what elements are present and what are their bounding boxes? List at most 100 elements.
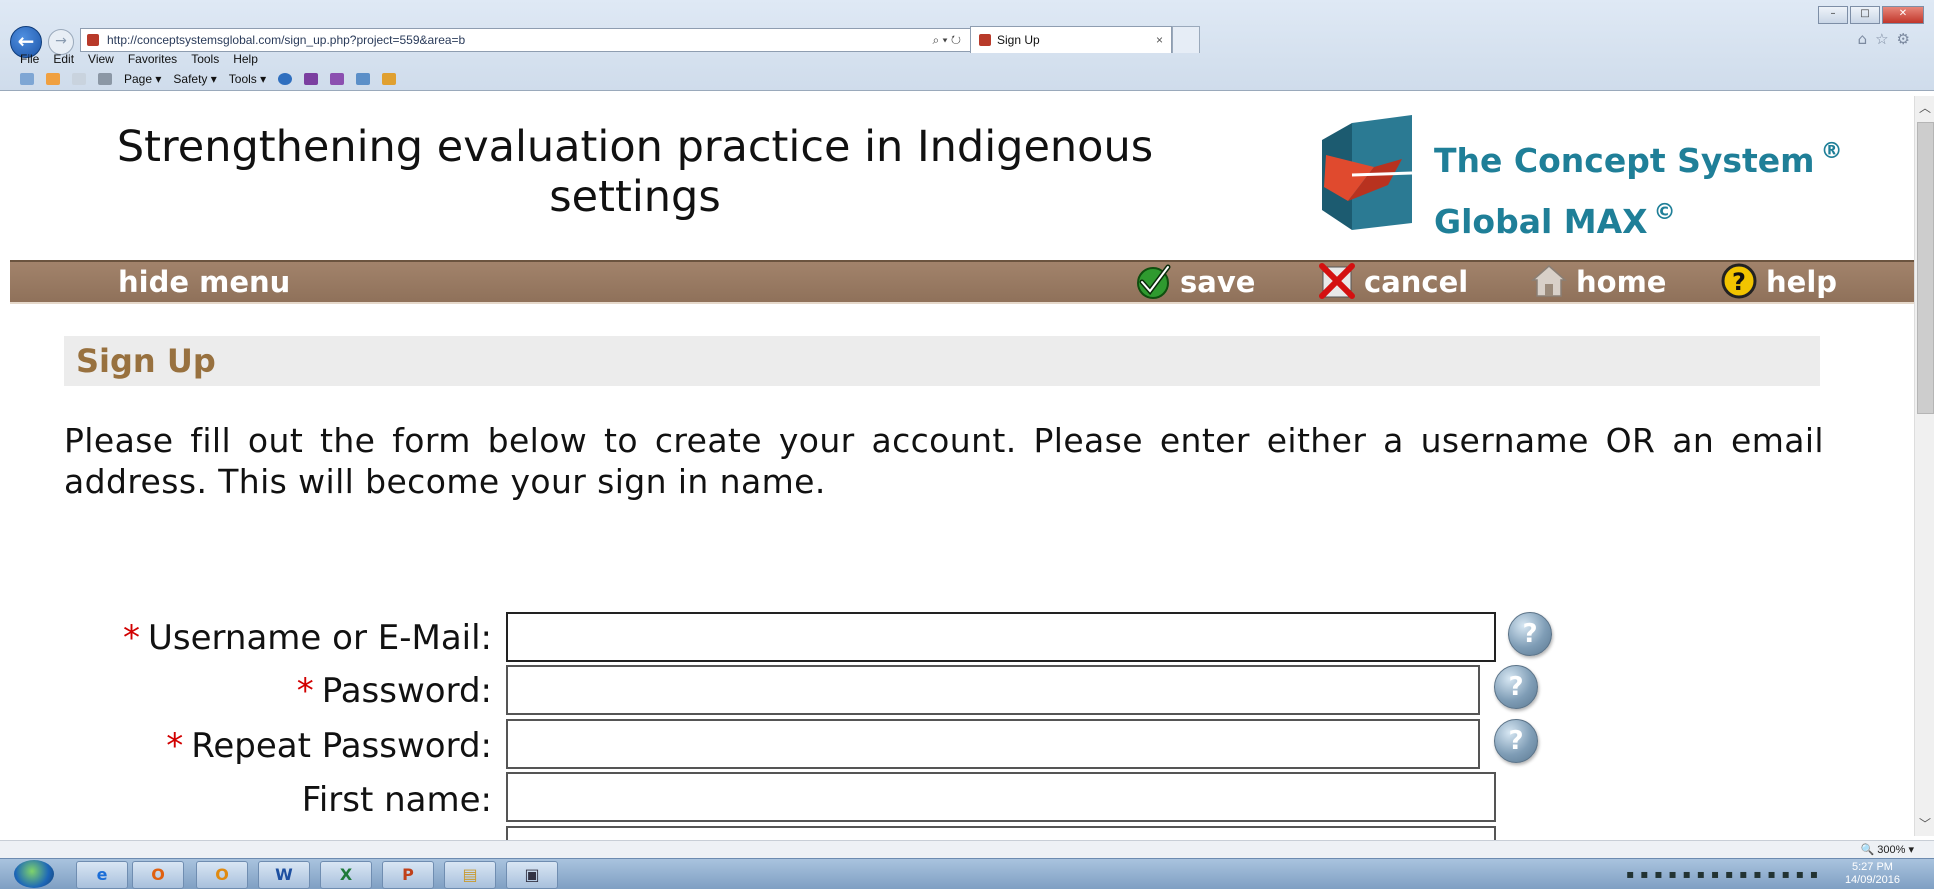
repeat-password-help-icon[interactable]: ? <box>1494 719 1538 763</box>
address-bar[interactable]: http://conceptsystemsglobal.com/sign_up.… <box>80 28 972 52</box>
onenote-linked-icon[interactable] <box>330 73 345 85</box>
help-button[interactable]: ? help <box>1720 262 1837 302</box>
password-help-icon[interactable]: ? <box>1494 665 1538 709</box>
cancel-button[interactable]: cancel <box>1318 262 1468 302</box>
scroll-down-arrow-icon[interactable]: ﹀ <box>1915 814 1934 834</box>
taskbar: e O O W X P ▤ ▣ ▪▪▪▪▪▪▪▪▪▪▪▪▪▪ 5:27 PM 1… <box>0 858 1934 889</box>
username-label-text: Username or E-Mail: <box>148 618 492 658</box>
password-label-text: Password: <box>321 671 492 711</box>
required-marker: * <box>296 671 314 711</box>
username-help-icon[interactable]: ? <box>1508 612 1552 656</box>
cancel-label: cancel <box>1364 265 1469 299</box>
close-window-button[interactable]: ✕ <box>1882 6 1924 24</box>
username-input[interactable] <box>506 612 1496 662</box>
taskbar-excel-icon[interactable]: X <box>320 861 372 889</box>
menu-edit[interactable]: Edit <box>53 52 74 66</box>
research-icon[interactable] <box>356 73 371 85</box>
sign-up-heading: Sign Up <box>76 342 216 380</box>
window-controls: – □ ✕ <box>1818 6 1924 24</box>
repeat-password-label-text: Repeat Password: <box>191 726 492 766</box>
print-icon[interactable] <box>98 73 112 85</box>
checkmark-icon <box>1137 264 1171 299</box>
action-bar: hide menu save cancel home ? help <box>10 260 1914 304</box>
settings-gear-icon[interactable]: ⚙ <box>1897 30 1918 48</box>
taskbar-powerpoint-icon[interactable]: P <box>382 861 434 889</box>
username-label: * Username or E-Mail: <box>123 618 492 658</box>
home-icon <box>1531 265 1567 297</box>
intro-text: Please fill out the form below to create… <box>64 421 1824 501</box>
taskbar-word-icon[interactable]: W <box>258 861 310 889</box>
password-input[interactable] <box>506 665 1480 715</box>
system-tray-icons[interactable]: ▪▪▪▪▪▪▪▪▪▪▪▪▪▪ <box>1626 867 1824 881</box>
scroll-thumb[interactable] <box>1917 122 1934 414</box>
tab-title: Sign Up <box>997 33 1040 47</box>
save-button[interactable]: save <box>1134 262 1255 302</box>
help-cmd-icon[interactable] <box>278 73 293 85</box>
menu-view[interactable]: View <box>88 52 114 66</box>
tab-favicon-icon <box>979 34 991 46</box>
safety-menu[interactable]: Safety ▾ <box>173 72 216 86</box>
favorites-star-icon[interactable]: ☆ <box>1875 30 1896 48</box>
tab-close-button[interactable]: × <box>1156 27 1163 53</box>
home-toolbar-icon[interactable]: ⌂ <box>1858 30 1876 48</box>
menu-favorites[interactable]: Favorites <box>128 52 177 66</box>
repeat-password-input[interactable] <box>506 719 1480 769</box>
clock-time: 5:27 PM <box>1851 861 1893 873</box>
hide-menu-link[interactable]: hide menu <box>118 262 290 302</box>
svg-text:?: ? <box>1732 268 1746 296</box>
taskbar-explorer-icon[interactable]: ▤ <box>444 861 496 889</box>
mail-icon[interactable] <box>72 73 86 85</box>
password-label: * Password: <box>297 671 492 711</box>
first-name-label: First name: <box>301 780 492 820</box>
page-title: Strengthening evaluation practice in Ind… <box>116 122 1154 222</box>
cancel-x-icon <box>1319 263 1355 299</box>
taskbar-presentation-icon[interactable]: ▣ <box>506 861 558 889</box>
taskbar-media-icon[interactable]: O <box>132 861 184 889</box>
copyright-mark: © <box>1653 200 1676 225</box>
concept-system-logo-icon <box>1322 115 1413 230</box>
page-menu[interactable]: Page ▾ <box>124 72 161 86</box>
logo-line2: Global MAX <box>1434 202 1648 241</box>
clock-date: 14/09/2016 <box>1844 874 1900 886</box>
help-label: help <box>1766 265 1838 299</box>
address-controls[interactable]: ⌕ ▾ ↻ <box>932 29 961 51</box>
menu-help[interactable]: Help <box>233 52 258 66</box>
help-question-icon: ? <box>1721 263 1757 299</box>
home-label: home <box>1576 265 1667 299</box>
feeds-icon[interactable] <box>46 73 60 85</box>
taskbar-outlook-icon[interactable]: O <box>196 861 248 889</box>
tools-menu[interactable]: Tools ▾ <box>229 72 266 86</box>
new-tab-button[interactable] <box>1172 26 1200 53</box>
registered-mark: ® <box>1820 139 1843 164</box>
browser-chrome: ← → http://conceptsystemsglobal.com/sign… <box>0 0 1934 91</box>
section-heading: Sign Up <box>64 336 1820 386</box>
menu-tools[interactable]: Tools <box>191 52 219 66</box>
save-label: save <box>1180 265 1256 299</box>
minimize-button[interactable]: – <box>1818 6 1848 24</box>
taskbar-clock[interactable]: 5:27 PM 14/09/2016 <box>1845 861 1900 887</box>
page-scrollbar[interactable]: ︿ ﹀ <box>1914 96 1934 836</box>
start-button[interactable] <box>14 860 54 888</box>
command-bar: Page ▾ Safety ▾ Tools ▾ <box>20 72 397 86</box>
address-url: http://conceptsystemsglobal.com/sign_up.… <box>107 33 466 47</box>
first-name-input[interactable] <box>506 772 1496 822</box>
browser-tab[interactable]: Sign Up × <box>970 26 1172 53</box>
repeat-password-label: * Repeat Password: <box>166 726 492 766</box>
taskbar-ie-icon[interactable]: e <box>76 861 128 889</box>
browser-tool-icons: ⌂☆⚙ <box>1858 30 1918 48</box>
maximize-button[interactable]: □ <box>1850 6 1880 24</box>
menu-bar: File Edit View Favorites Tools Help <box>20 52 258 66</box>
site-favicon-icon <box>87 34 99 46</box>
required-marker: * <box>123 618 141 658</box>
menu-file[interactable]: File <box>20 52 39 66</box>
logo-text: The Concept System ® Global MAX © <box>1434 126 1843 248</box>
home-button[interactable]: home <box>1530 262 1666 302</box>
onenote-icon[interactable] <box>304 73 319 85</box>
next-field-partial[interactable] <box>506 826 1496 840</box>
home-cmd-icon[interactable] <box>20 73 34 85</box>
logo-line1: The Concept System <box>1434 141 1815 180</box>
status-bar: 🔍 300% ▾ <box>0 840 1934 859</box>
zoom-level[interactable]: 🔍 300% ▾ <box>1861 843 1914 856</box>
scroll-up-arrow-icon[interactable]: ︿ <box>1915 98 1934 118</box>
addon-icon[interactable] <box>382 73 397 85</box>
